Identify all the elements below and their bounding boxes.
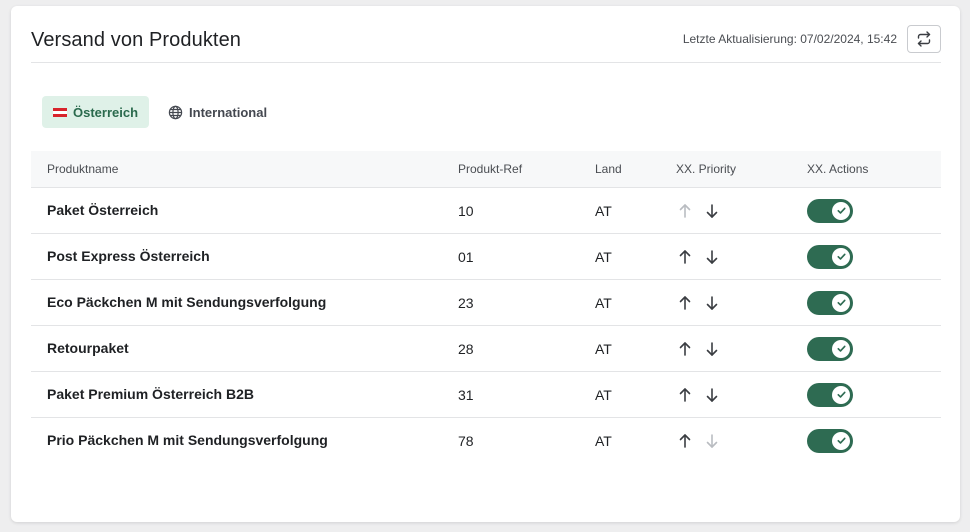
globe-icon [168, 105, 183, 119]
page-title: Versand von Produkten [31, 29, 242, 51]
austria-flag-icon [53, 107, 67, 117]
priority-up-arrow-icon[interactable] [676, 248, 694, 266]
product-ref: 78 [458, 432, 474, 449]
tab-austria[interactable]: Österreich [42, 96, 150, 128]
table-row: Retourpaket 28 AT [31, 326, 941, 372]
products-table: Produktname Produkt-Ref Land XX. Priorit… [31, 151, 941, 463]
check-icon [832, 293, 850, 312]
product-active-toggle[interactable] [807, 382, 853, 407]
column-header-ref[interactable]: Produkt-Ref [458, 162, 595, 176]
product-active-toggle[interactable] [807, 336, 853, 361]
product-name: Paket Premium Österreich B2B [47, 385, 254, 402]
tab-international-label: International [189, 104, 268, 120]
priority-up-arrow-icon[interactable] [676, 294, 694, 312]
table-row: Paket Premium Österreich B2B 31 AT [31, 372, 941, 418]
priority-controls [676, 294, 807, 312]
product-name: Prio Päckchen M mit Sendungsverfolgung [47, 431, 328, 448]
table-header: Produktname Produkt-Ref Land XX. Priorit… [31, 151, 941, 188]
column-header-country[interactable]: Land [595, 162, 676, 176]
tab-international[interactable]: International [157, 96, 278, 128]
priority-down-arrow-icon[interactable] [703, 294, 721, 312]
product-active-toggle[interactable] [807, 428, 853, 453]
priority-up-arrow-icon [676, 202, 694, 220]
column-header-actions[interactable]: XX. Actions [807, 162, 941, 176]
product-active-toggle[interactable] [807, 244, 853, 269]
product-country: AT [595, 202, 612, 219]
tab-austria-label: Österreich [73, 104, 139, 120]
product-ref: 10 [458, 202, 474, 219]
priority-up-arrow-icon[interactable] [676, 432, 694, 450]
table-row: Eco Päckchen M mit Sendungsverfolgung 23 A… [31, 280, 941, 326]
product-name: Retourpaket [47, 339, 129, 356]
priority-down-arrow-icon [703, 432, 721, 450]
product-shipping-card: Versand von Produkten Letzte Aktualisier… [11, 6, 960, 522]
product-name: Post Express Österreich [47, 247, 210, 264]
priority-down-arrow-icon[interactable] [703, 248, 721, 266]
table-row: Paket Österreich 10 AT [31, 188, 941, 234]
check-icon [832, 201, 850, 220]
product-active-toggle[interactable] [807, 198, 853, 223]
product-country: AT [595, 386, 612, 403]
product-ref: 01 [458, 248, 474, 265]
product-ref: 28 [458, 340, 474, 357]
refresh-icon [917, 31, 931, 47]
product-name: Eco Päckchen M mit Sendungsverfolgung [47, 293, 327, 310]
priority-down-arrow-icon[interactable] [703, 202, 721, 220]
last-updated-text: Letzte Aktualisierung: 07/02/2024, 15:42 [682, 32, 897, 46]
country-tabs: Österreich International [42, 96, 278, 128]
check-icon [832, 247, 850, 266]
priority-controls [676, 432, 807, 450]
product-name: Paket Österreich [47, 201, 159, 218]
product-country: AT [595, 294, 612, 311]
priority-down-arrow-icon[interactable] [703, 386, 721, 404]
card-header: Versand von Produkten Letzte Aktualisier… [31, 6, 941, 63]
priority-controls [676, 202, 807, 220]
priority-controls [676, 386, 807, 404]
column-header-priority[interactable]: XX. Priority [676, 162, 807, 176]
product-country: AT [595, 248, 612, 265]
column-header-name[interactable]: Produktname [31, 162, 458, 176]
product-active-toggle[interactable] [807, 290, 853, 315]
priority-controls [676, 340, 807, 358]
table-body: Paket Österreich 10 AT Post Express Österre… [31, 188, 941, 463]
table-row: Post Express Österreich 01 AT [31, 234, 941, 280]
check-icon [832, 339, 850, 358]
priority-up-arrow-icon[interactable] [676, 386, 694, 404]
priority-up-arrow-icon[interactable] [676, 340, 694, 358]
check-icon [832, 431, 850, 450]
priority-controls [676, 248, 807, 266]
priority-down-arrow-icon[interactable] [703, 340, 721, 358]
product-country: AT [595, 432, 612, 449]
product-country: AT [595, 340, 612, 357]
product-ref: 31 [458, 386, 474, 403]
table-row: Prio Päckchen M mit Sendungsverfolgung 78… [31, 418, 941, 463]
check-icon [832, 385, 850, 404]
product-ref: 23 [458, 294, 474, 311]
refresh-button[interactable] [907, 25, 941, 53]
